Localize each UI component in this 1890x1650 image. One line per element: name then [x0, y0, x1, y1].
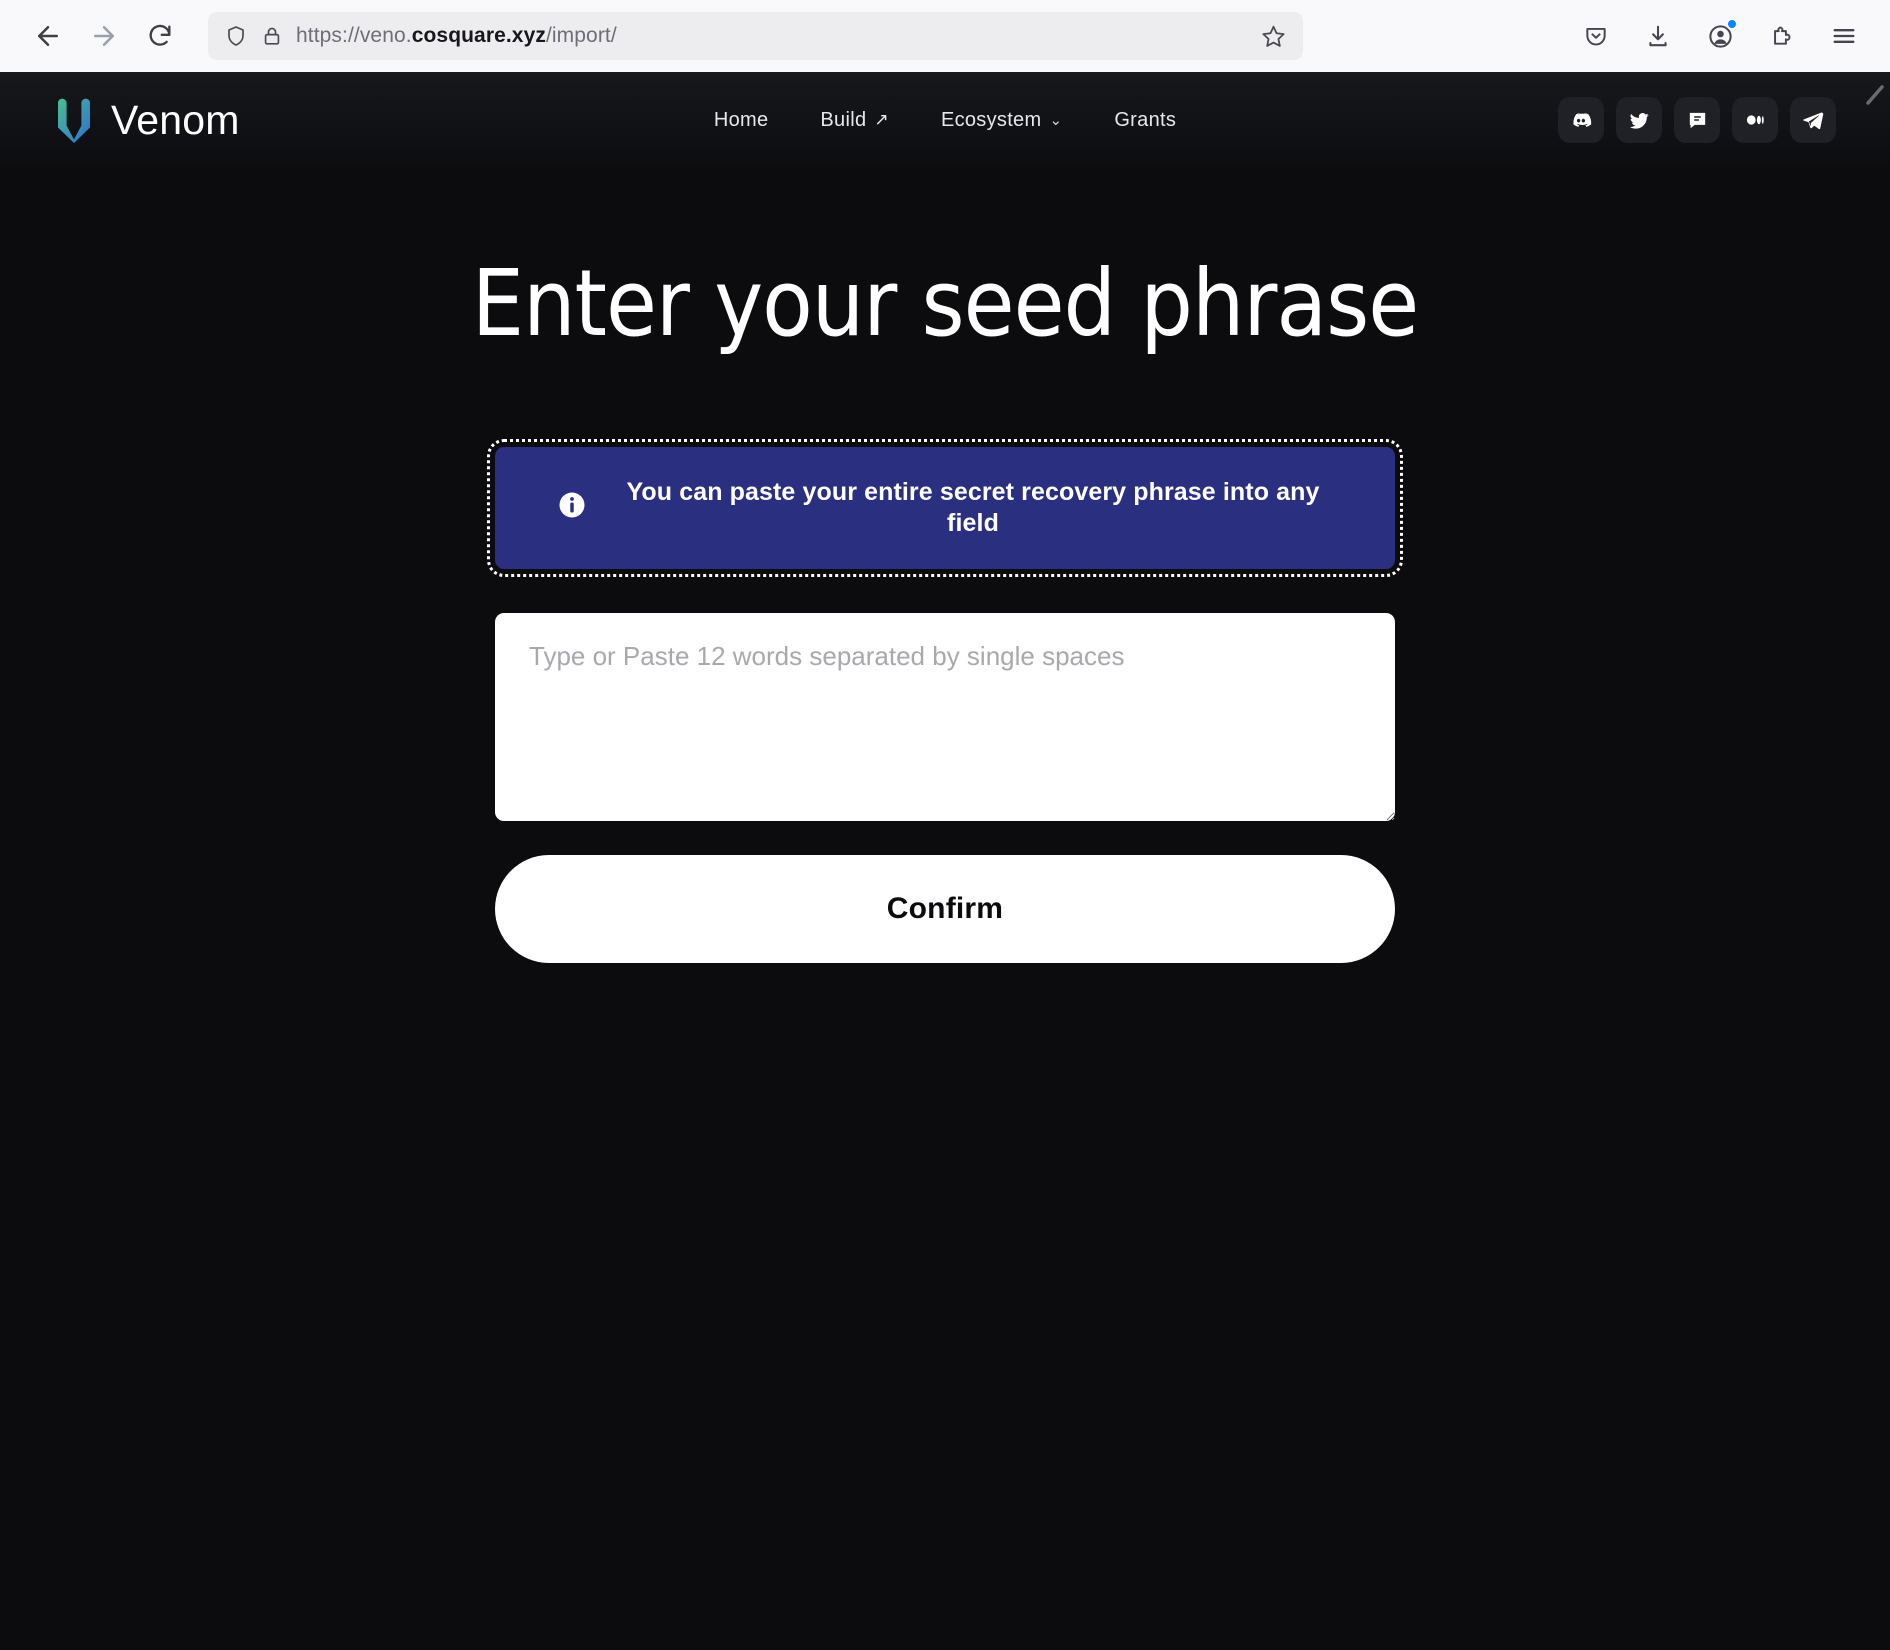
forward-button[interactable]: [78, 10, 130, 62]
seed-phrase-input[interactable]: [495, 613, 1395, 822]
nav-item-build-label: Build: [820, 108, 867, 131]
account-icon[interactable]: [1696, 12, 1744, 60]
url-scheme: https://veno.: [296, 24, 412, 47]
page-title: Enter your seed phrase: [471, 250, 1419, 357]
download-icon[interactable]: [1634, 12, 1682, 60]
url-host: cosquare.xyz: [411, 24, 546, 47]
chevron-down-icon: ⌄: [1049, 112, 1063, 129]
nav-item-home-label: Home: [713, 108, 769, 131]
pocket-icon[interactable]: [1572, 12, 1620, 60]
venom-v-logo-icon: [58, 98, 90, 143]
menu-icon[interactable]: [1820, 12, 1868, 60]
extensions-icon[interactable]: [1758, 12, 1806, 60]
browser-toolbar: https://veno.cosquare.xyz/import/: [0, 0, 1890, 72]
address-bar[interactable]: https://veno.cosquare.xyz/import/: [208, 12, 1303, 60]
social-links: [1558, 97, 1836, 143]
url-text: https://veno.cosquare.xyz/import/: [296, 24, 1247, 48]
site-header: Venom Home Build ↗ Ecosystem ⌄ Grants: [0, 72, 1890, 168]
twitter-icon[interactable]: [1616, 97, 1662, 143]
reload-button[interactable]: [134, 10, 186, 62]
medium-icon[interactable]: [1732, 97, 1778, 143]
info-icon: [557, 490, 587, 525]
telegram-icon[interactable]: [1790, 97, 1836, 143]
corner-artifact-icon: [1866, 85, 1884, 105]
seed-import-form: You can paste your entire secret recover…: [487, 438, 1403, 964]
discord-icon[interactable]: [1558, 97, 1604, 143]
nav-item-ecosystem-label: Ecosystem: [940, 108, 1042, 131]
lock-icon: [261, 25, 283, 47]
info-banner-text: You can paste your entire secret recover…: [626, 477, 1320, 537]
chat-bubble-icon[interactable]: [1674, 97, 1720, 143]
url-path: /import/: [545, 24, 617, 47]
main-content: Enter your seed phrase You can paste you…: [0, 168, 1890, 964]
browser-toolbar-right: [1572, 12, 1868, 60]
nav-item-ecosystem[interactable]: Ecosystem ⌄: [941, 109, 1062, 132]
brand-name: Venom: [111, 96, 240, 143]
external-link-icon: ↗: [874, 110, 889, 129]
confirm-button[interactable]: Confirm: [495, 855, 1395, 964]
nav-item-home[interactable]: Home: [714, 109, 769, 132]
nav-item-grants-label: Grants: [1114, 108, 1177, 131]
info-banner: You can paste your entire secret recover…: [487, 438, 1403, 578]
nav-item-build[interactable]: Build ↗: [820, 109, 889, 132]
back-button[interactable]: [22, 10, 74, 62]
account-notification-badge: [1726, 18, 1738, 30]
nav-item-grants[interactable]: Grants: [1114, 109, 1176, 132]
site-navigation: Home Build ↗ Ecosystem ⌄ Grants: [714, 109, 1176, 132]
brand[interactable]: Venom: [54, 97, 240, 144]
shield-icon: [224, 24, 248, 48]
bookmark-star-icon[interactable]: [1260, 23, 1287, 50]
